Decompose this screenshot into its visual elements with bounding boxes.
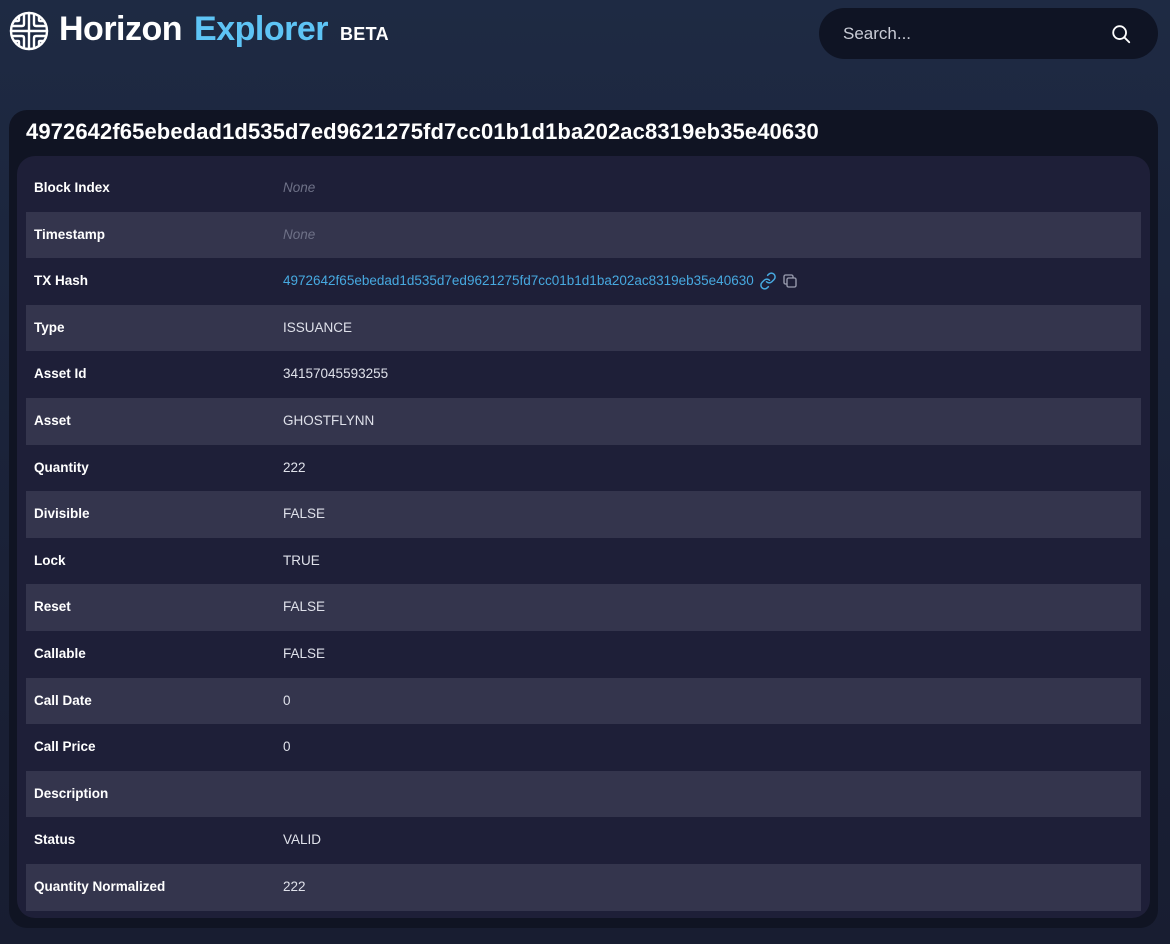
details-rows: Block Index None Timestamp None TX Hash … (26, 165, 1141, 911)
row-value: ISSUANCE (283, 319, 353, 335)
row-reset: Reset FALSE (26, 584, 1141, 631)
brand-horizon-text: Horizon (59, 10, 183, 48)
row-label: Call Date (34, 692, 92, 708)
row-label: Callable (34, 645, 86, 661)
row-label: Asset (34, 412, 71, 428)
row-label: Type (34, 319, 65, 335)
row-value: FALSE (283, 506, 326, 522)
top-header: Horizon Explorer BETA (0, 0, 1170, 70)
row-label: Block Index (34, 180, 110, 195)
row-block-index: Block Index None (26, 165, 1141, 212)
row-value: None (283, 226, 316, 242)
row-quantity: Quantity 222 (26, 445, 1141, 492)
row-value: None (283, 180, 316, 195)
row-timestamp: Timestamp None (26, 211, 1141, 259)
brand-explorer-text: Explorer (194, 10, 328, 48)
row-call-date: Call Date 0 (26, 677, 1141, 725)
row-tx-hash: TX Hash 4972642f65ebedad1d535d7ed9621275… (26, 258, 1141, 305)
row-quantity-normalized: Quantity Normalized 222 (26, 863, 1141, 911)
row-divisible: Divisible FALSE (26, 491, 1141, 538)
row-label: Divisible (34, 506, 90, 522)
row-value: VALID (283, 832, 322, 848)
row-description: Description (26, 770, 1141, 818)
link-icon[interactable] (759, 272, 777, 291)
row-value: FALSE (283, 645, 326, 661)
row-value: FALSE (283, 599, 326, 615)
row-label: Lock (34, 552, 66, 568)
horizon-logo-icon[interactable] (9, 11, 49, 51)
row-callable: Callable FALSE (26, 631, 1141, 678)
row-label: Call Price (34, 739, 96, 755)
row-value: 0 (283, 739, 291, 755)
row-asset-id: Asset Id 34157045593255 (26, 351, 1141, 398)
tx-hash-link[interactable]: 4972642f65ebedad1d535d7ed9621275fd7cc01b… (283, 258, 754, 305)
row-call-price: Call Price 0 (26, 724, 1141, 771)
row-label: Quantity Normalized (34, 878, 166, 894)
row-value: 222 (283, 459, 306, 475)
row-value: 222 (283, 878, 306, 894)
search-icon[interactable] (1110, 23, 1132, 45)
beta-badge: BETA (340, 24, 389, 44)
transaction-details-table: Block Index None Timestamp None TX Hash … (17, 156, 1150, 918)
transaction-card: 4972642f65ebedad1d535d7ed9621275fd7cc01b… (9, 110, 1158, 928)
search-bar (819, 8, 1158, 59)
row-lock: Lock TRUE (26, 538, 1141, 585)
row-label: Status (34, 832, 76, 848)
row-label: TX Hash (34, 273, 89, 289)
row-label: Timestamp (34, 226, 106, 242)
copy-icon[interactable] (781, 272, 799, 290)
brand-wordmark[interactable]: Horizon Explorer BETA (59, 10, 389, 52)
row-status: Status VALID (26, 817, 1141, 864)
row-value: 4972642f65ebedad1d535d7ed9621275fd7cc01b… (283, 258, 799, 305)
transaction-title: 4972642f65ebedad1d535d7ed9621275fd7cc01b… (26, 119, 819, 144)
search-input[interactable] (843, 8, 1093, 59)
row-value: 34157045593255 (283, 366, 389, 382)
row-asset: Asset GHOSTFLYNN (26, 397, 1141, 445)
row-label: Description (34, 785, 109, 801)
row-value: TRUE (283, 552, 320, 568)
row-label: Asset Id (34, 366, 87, 382)
row-value: 0 (283, 692, 291, 708)
row-type: Type ISSUANCE (26, 304, 1141, 352)
row-value: GHOSTFLYNN (283, 412, 375, 428)
row-label: Reset (34, 599, 71, 615)
row-label: Quantity (34, 459, 89, 475)
